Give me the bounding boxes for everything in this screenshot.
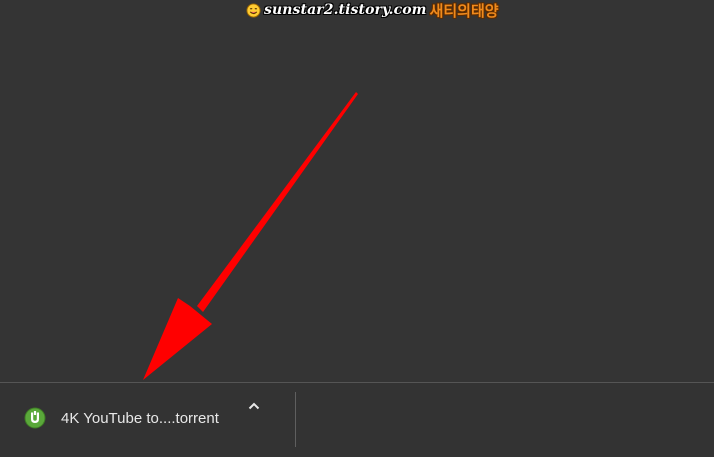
- smiley-face-icon: [246, 2, 261, 18]
- download-file-name: 4K YouTube to....torrent: [61, 409, 219, 427]
- download-shelf: 4K YouTube to....torrent: [0, 382, 714, 457]
- watermark-url: sunstar2.tistory.com: [264, 2, 427, 18]
- shelf-divider: [295, 392, 296, 447]
- page-content-area: sunstar2.tistory.com 새티의태양: [0, 0, 714, 382]
- blog-watermark: sunstar2.tistory.com 새티의태양: [246, 0, 499, 20]
- utorrent-icon: [24, 407, 46, 429]
- watermark-korean-text: 새티의태양: [429, 1, 499, 20]
- chevron-up-icon[interactable]: [242, 394, 266, 418]
